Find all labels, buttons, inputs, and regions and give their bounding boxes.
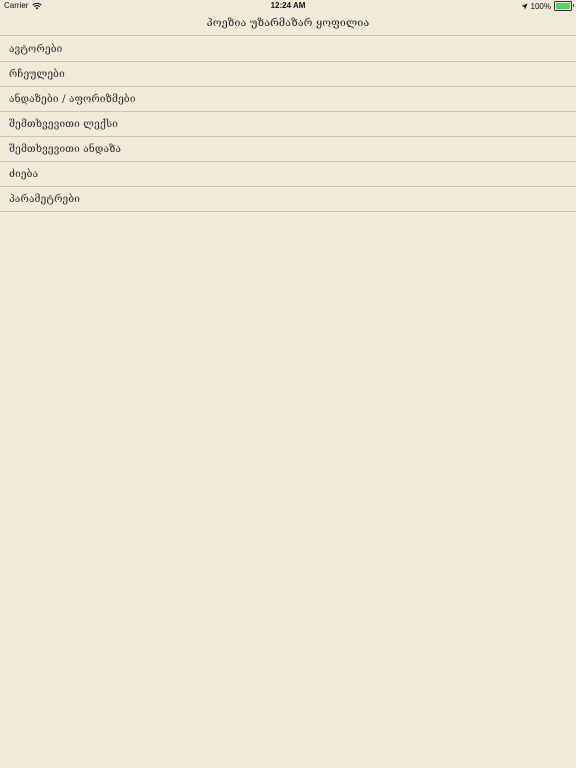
menu-item-proverbs[interactable]: ანდაზები / აფორიზმები (0, 87, 576, 112)
menu-item-settings[interactable]: პარამეტრები (0, 187, 576, 212)
menu-item-random-poem[interactable]: შემთხვევითი ლექსი (0, 112, 576, 137)
location-arrow-icon (521, 3, 528, 10)
menu-item-search[interactable]: ძიება (0, 162, 576, 187)
menu-list: ავტორები რჩეულები ანდაზები / აფორიზმები … (0, 37, 576, 212)
menu-item-random-proverb[interactable]: შემთხვევითი ანდაზა (0, 137, 576, 162)
menu-item-label: ანდაზები / აფორიზმები (9, 93, 136, 105)
page-title: პოეზია უზარმაზარ ყოფილია (206, 17, 370, 29)
menu-item-label: პარამეტრები (9, 193, 81, 205)
menu-item-label: შემთხვევითი ლექსი (9, 118, 119, 130)
battery-fill (556, 3, 570, 9)
menu-item-authors[interactable]: ავტორები (0, 37, 576, 62)
status-time: 12:24 AM (270, 1, 306, 10)
menu-item-label: ავტორები (9, 43, 63, 55)
navigation-bar: პოეზია უზარმაზარ ყოფილია (0, 13, 576, 36)
battery-icon (554, 1, 574, 11)
menu-item-label: ძიება (9, 168, 39, 180)
status-right: 100% (521, 1, 574, 11)
status-bar: Carrier 12:24 AM 100% (0, 0, 576, 13)
menu-item-label: რჩეულები (9, 68, 65, 80)
battery-tip (572, 4, 574, 7)
battery-percent: 100% (530, 1, 551, 11)
menu-item-label: შემთხვევითი ანდაზა (9, 143, 122, 155)
menu-item-favorites[interactable]: რჩეულები (0, 62, 576, 87)
